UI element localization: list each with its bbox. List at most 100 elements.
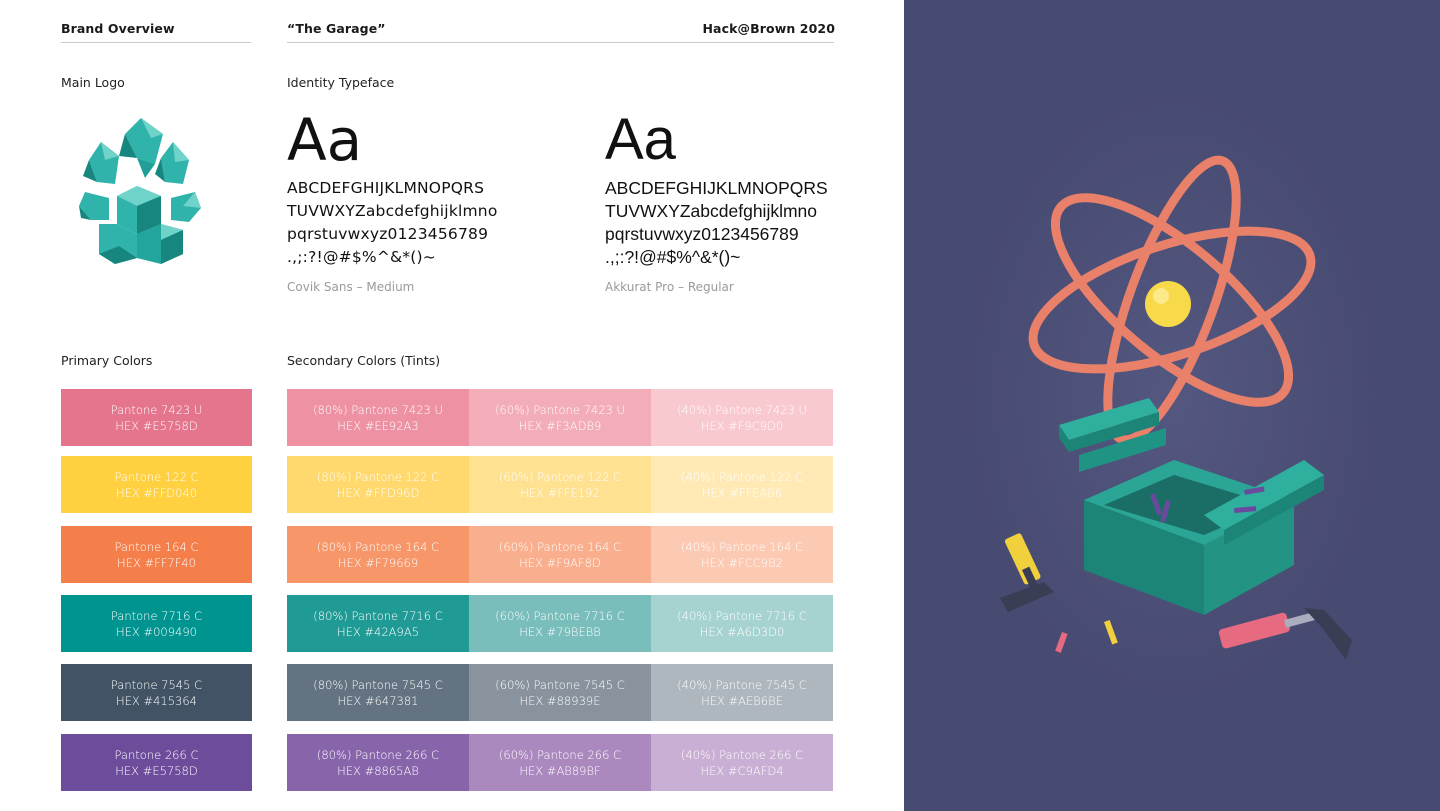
- glyph-line: pqrstuvwxyz0123456789: [287, 225, 489, 243]
- identity-typeface-label: Identity Typeface: [287, 75, 395, 90]
- swatch-pantone-label: Pantone 7545 C: [110, 677, 203, 692]
- hackbrown-logo-icon: [79, 118, 201, 264]
- tint-color-swatch: (80%) Pantone 7545 C HEX #647381: [287, 664, 469, 721]
- tint-color-swatch: (40%) Pantone 266 C HEX #C9AFD4: [651, 734, 833, 791]
- tint-color-swatch: (80%) Pantone 7716 C HEX #42A9A5: [287, 595, 469, 652]
- header-rule-left: [61, 42, 251, 43]
- swatch-pantone-label: (60%) Pantone 7423 U: [495, 402, 625, 417]
- swatch-pantone-label: (80%) Pantone 7545 C: [313, 677, 443, 692]
- swatch-hex-label: HEX #647381: [337, 693, 419, 708]
- swatch-hex-label: HEX #F9C9D0: [700, 418, 784, 433]
- swatch-hex-label: HEX #FFE192: [520, 485, 600, 500]
- tint-color-swatch: (60%) Pantone 164 C HEX #F9AF8D: [469, 526, 651, 583]
- glyph-line: .,;:?!@#$%^&*()~: [605, 247, 741, 267]
- header-brand-overview: Brand Overview: [61, 21, 175, 36]
- primary-color-swatch: Pantone 7716 C HEX #009490: [61, 595, 252, 652]
- swatch-hex-label: HEX #F3ADB9: [518, 418, 602, 433]
- swatch-hex-label: HEX #FFD96D: [336, 485, 420, 500]
- swatch-hex-label: HEX #88939E: [519, 693, 601, 708]
- main-logo-label: Main Logo: [61, 75, 125, 90]
- primary-color-swatch: Pantone 7545 C HEX #415364: [61, 664, 252, 721]
- typeface-name-covik: Covik Sans – Medium: [287, 280, 415, 294]
- tint-color-swatch: (80%) Pantone 266 C HEX #8865AB: [287, 734, 469, 791]
- garage-illustration-icon: [964, 90, 1384, 700]
- swatch-pantone-label: (80%) Pantone 164 C: [316, 539, 440, 554]
- swatch-hex-label: HEX #8865AB: [337, 763, 419, 778]
- typeface-sample-akkurat: Aa: [605, 107, 676, 172]
- header-project-name: “The Garage”: [287, 21, 386, 36]
- secondary-colors-label: Secondary Colors (Tints): [287, 353, 441, 368]
- brand-overview-panel: Brand Overview “The Garage” Hack@Brown 2…: [0, 0, 904, 811]
- glyph-line: ABCDEFGHIJKLMNOPQRS: [605, 178, 828, 198]
- swatch-pantone-label: Pantone 266 C: [114, 747, 199, 762]
- swatch-hex-label: HEX #E5758D: [115, 763, 198, 778]
- tint-color-swatch: (40%) Pantone 164 C HEX #FCC9B2: [651, 526, 833, 583]
- swatch-hex-label: HEX #EE92A3: [337, 418, 419, 433]
- tint-color-swatch: (60%) Pantone 122 C HEX #FFE192: [469, 456, 651, 513]
- swatch-pantone-label: (40%) Pantone 266 C: [680, 747, 804, 762]
- swatch-pantone-label: (60%) Pantone 164 C: [498, 539, 622, 554]
- glyph-line: TUVWXYZabcdefghijklmno: [287, 202, 498, 220]
- tint-color-swatch: (60%) Pantone 7423 U HEX #F3ADB9: [469, 389, 651, 446]
- typeface-glyphs-akkurat: ABCDEFGHIJKLMNOPQRS TUVWXYZabcdefghijklm…: [605, 177, 845, 269]
- typeface-sample-covik: Aa: [287, 106, 363, 174]
- tint-color-swatch: (40%) Pantone 7716 C HEX #A6D3D0: [651, 595, 833, 652]
- tint-color-swatch: (60%) Pantone 7545 C HEX #88939E: [469, 664, 651, 721]
- swatch-hex-label: HEX #F9AF8D: [519, 555, 601, 570]
- primary-color-swatch: Pantone 164 C HEX #FF7F40: [61, 526, 252, 583]
- swatch-pantone-label: (80%) Pantone 266 C: [316, 747, 440, 762]
- swatch-hex-label: HEX #FCC9B2: [701, 555, 783, 570]
- swatch-hex-label: HEX #415364: [116, 693, 197, 708]
- glyph-line: TUVWXYZabcdefghijklmno: [605, 201, 818, 221]
- tint-color-swatch: (80%) Pantone 122 C HEX #FFD96D: [287, 456, 469, 513]
- swatch-pantone-label: (80%) Pantone 122 C: [316, 469, 440, 484]
- swatch-pantone-label: (60%) Pantone 122 C: [498, 469, 622, 484]
- swatch-hex-label: HEX #009490: [116, 624, 197, 639]
- swatch-pantone-label: (40%) Pantone 7423 U: [677, 402, 807, 417]
- tint-color-swatch: (40%) Pantone 122 C HEX #FFEAB6: [651, 456, 833, 513]
- primary-color-swatch: Pantone 7423 U HEX #E5758D: [61, 389, 252, 446]
- primary-colors-label: Primary Colors: [61, 353, 153, 368]
- tint-color-swatch: (40%) Pantone 7545 C HEX #AEB6BE: [651, 664, 833, 721]
- swatch-pantone-label: (80%) Pantone 7716 C: [313, 608, 443, 623]
- illustration-panel: [904, 0, 1440, 811]
- swatch-pantone-label: (40%) Pantone 164 C: [680, 539, 804, 554]
- swatch-pantone-label: (40%) Pantone 7545 C: [677, 677, 807, 692]
- swatch-hex-label: HEX #E5758D: [115, 418, 198, 433]
- primary-color-swatch: Pantone 122 C HEX #FFD040: [61, 456, 252, 513]
- header-rule-right: [287, 42, 834, 43]
- swatch-hex-label: HEX #42A9A5: [336, 624, 420, 639]
- tint-color-swatch: (80%) Pantone 164 C HEX #F79669: [287, 526, 469, 583]
- swatch-hex-label: HEX #79BEBB: [519, 624, 601, 639]
- swatch-pantone-label: (40%) Pantone 7716 C: [677, 608, 807, 623]
- swatch-hex-label: HEX #C9AFD4: [700, 763, 784, 778]
- swatch-hex-label: HEX #A6D3D0: [699, 624, 785, 639]
- swatch-hex-label: HEX #AEB6BE: [701, 693, 783, 708]
- swatch-pantone-label: (40%) Pantone 122 C: [680, 469, 804, 484]
- swatch-pantone-label: (60%) Pantone 7545 C: [495, 677, 625, 692]
- swatch-pantone-label: Pantone 122 C: [114, 469, 199, 484]
- typeface-glyphs-covik: ABCDEFGHIJKLMNOPQRS TUVWXYZabcdefghijklm…: [287, 177, 527, 269]
- tint-color-swatch: (60%) Pantone 7716 C HEX #79BEBB: [469, 595, 651, 652]
- swatch-hex-label: HEX #AB89BF: [519, 763, 601, 778]
- typeface-name-akkurat: Akkurat Pro – Regular: [605, 280, 734, 294]
- header-event-name: Hack@Brown 2020: [702, 21, 835, 36]
- glyph-line: pqrstuvwxyz0123456789: [605, 224, 799, 244]
- swatch-pantone-label: (60%) Pantone 266 C: [498, 747, 622, 762]
- tint-color-swatch: (60%) Pantone 266 C HEX #AB89BF: [469, 734, 651, 791]
- swatch-hex-label: HEX #FF7F40: [117, 555, 196, 570]
- glyph-line: .,;:?!@#$%^&*()~: [287, 248, 436, 266]
- tint-color-swatch: (80%) Pantone 7423 U HEX #EE92A3: [287, 389, 469, 446]
- swatch-pantone-label: Pantone 7423 U: [110, 402, 203, 417]
- swatch-pantone-label: Pantone 7716 C: [110, 608, 203, 623]
- tint-color-swatch: (40%) Pantone 7423 U HEX #F9C9D0: [651, 389, 833, 446]
- swatch-hex-label: HEX #F79669: [337, 555, 419, 570]
- glyph-line: ABCDEFGHIJKLMNOPQRS: [287, 179, 485, 197]
- swatch-hex-label: HEX #FFEAB6: [701, 485, 783, 500]
- swatch-pantone-label: (80%) Pantone 7423 U: [313, 402, 443, 417]
- swatch-pantone-label: (60%) Pantone 7716 C: [495, 608, 625, 623]
- swatch-hex-label: HEX #FFD040: [115, 485, 198, 500]
- swatch-pantone-label: Pantone 164 C: [114, 539, 199, 554]
- main-logo-image: [75, 112, 205, 268]
- primary-color-swatch: Pantone 266 C HEX #E5758D: [61, 734, 252, 791]
